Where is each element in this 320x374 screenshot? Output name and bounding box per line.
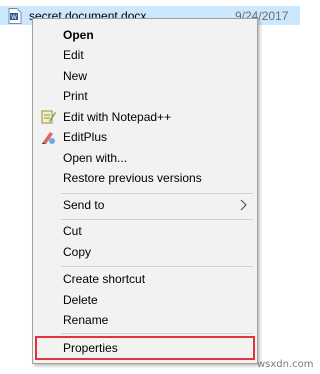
- menu-item-edit-with-notepadpp[interactable]: Edit with Notepad++: [33, 107, 257, 127]
- menu-item-open[interactable]: Open: [33, 25, 257, 45]
- menu-item-cut[interactable]: Cut: [33, 221, 257, 241]
- menu-item-label: EditPlus: [63, 130, 108, 144]
- menu-item-restore-previous-versions[interactable]: Restore previous versions: [33, 168, 257, 188]
- menu-item-label: Copy: [63, 245, 92, 259]
- menu-separator: [61, 266, 253, 267]
- menu-item-editplus[interactable]: EditPlus: [33, 127, 257, 147]
- menu-item-label: Print: [63, 89, 88, 103]
- menu-item-label: Create shortcut: [63, 272, 146, 286]
- menu-item-print[interactable]: Print: [33, 86, 257, 106]
- menu-item-label: Rename: [63, 313, 109, 327]
- watermark: wsxdn.com: [257, 359, 314, 370]
- chevron-right-icon: [237, 195, 249, 215]
- menu-item-copy[interactable]: Copy: [33, 242, 257, 262]
- menu-separator: [61, 333, 253, 334]
- svg-text:W: W: [11, 14, 17, 21]
- menu-item-label: Restore previous versions: [63, 171, 202, 185]
- notepadpp-icon: [40, 109, 56, 125]
- context-menu: Open Edit New Print Edit with Notepad++: [32, 18, 258, 364]
- menu-item-create-shortcut[interactable]: Create shortcut: [33, 269, 257, 289]
- menu-item-delete[interactable]: Delete: [33, 290, 257, 310]
- menu-item-label: New: [63, 69, 88, 83]
- word-document-icon: W: [8, 8, 22, 24]
- menu-item-label: Cut: [63, 224, 82, 238]
- editplus-icon: [40, 129, 56, 145]
- menu-item-label: Open: [63, 28, 94, 42]
- menu-item-label: Send to: [63, 198, 105, 212]
- menu-item-label: Delete: [63, 293, 98, 307]
- menu-item-label: Open with...: [63, 151, 128, 165]
- menu-item-label: Edit with Notepad++: [63, 110, 172, 124]
- menu-separator: [61, 193, 253, 194]
- menu-item-open-with[interactable]: Open with...: [33, 148, 257, 168]
- menu-separator: [61, 219, 253, 220]
- properties-highlight-box: [35, 336, 255, 360]
- menu-item-rename[interactable]: Rename: [33, 310, 257, 330]
- menu-item-send-to[interactable]: Send to: [33, 195, 257, 215]
- menu-item-new[interactable]: New: [33, 66, 257, 86]
- menu-item-edit[interactable]: Edit: [33, 45, 257, 65]
- menu-item-label: Edit: [63, 48, 84, 62]
